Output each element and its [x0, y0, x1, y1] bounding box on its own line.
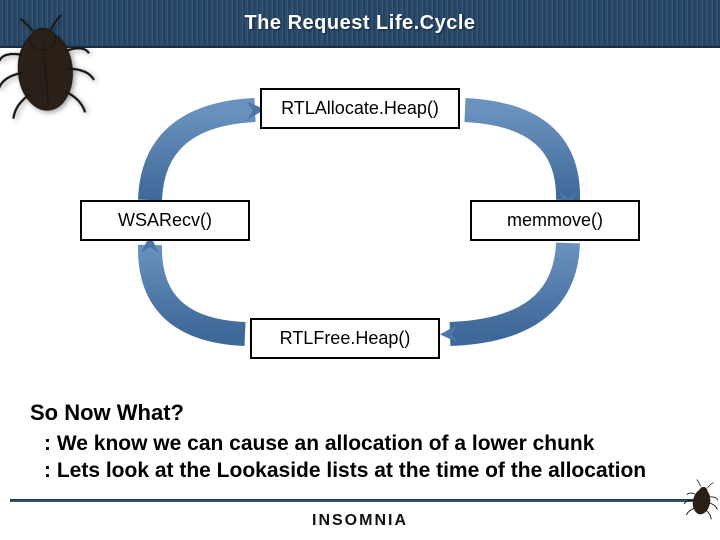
diagram-box-label: memmove() [507, 210, 603, 231]
footer-brand: INSOMNIA [312, 512, 408, 530]
body-bullet: : We know we can cause an allocation of … [44, 430, 690, 457]
diagram-box-label: RTLFree.Heap() [280, 328, 411, 349]
cockroach-footer-decoration [679, 478, 720, 528]
bullet-text: We know we can cause an allocation of a … [57, 432, 595, 455]
footer-divider [10, 499, 710, 502]
slide-title: The Request Life.Cycle [244, 12, 475, 35]
body-bullet: : Lets look at the Lookaside lists at th… [44, 457, 690, 484]
brand-text: INSOMNIA [312, 512, 408, 530]
lifecycle-diagram: RTLAllocate.Heap() memmove() RTLFree.Hea… [100, 80, 620, 370]
body-text-block: So Now What? : We know we can cause an a… [30, 400, 690, 485]
diagram-box-allocate: RTLAllocate.Heap() [260, 88, 460, 129]
diagram-box-memmove: memmove() [470, 200, 640, 241]
diagram-box-label: WSARecv() [118, 210, 212, 231]
diagram-box-label: RTLAllocate.Heap() [281, 98, 439, 119]
cockroach-decoration [0, 12, 109, 133]
title-banner: The Request Life.Cycle [0, 0, 720, 48]
diagram-box-free: RTLFree.Heap() [250, 318, 440, 359]
body-heading: So Now What? [30, 400, 690, 426]
bullet-text: Lets look at the Lookaside lists at the … [57, 459, 646, 482]
diagram-box-wsarecv: WSARecv() [80, 200, 250, 241]
